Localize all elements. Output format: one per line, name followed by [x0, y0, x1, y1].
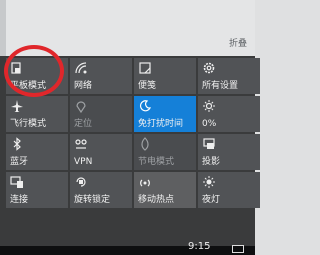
night-light-icon — [202, 175, 216, 189]
quick-action-tile[interactable]: 便笺 — [134, 58, 196, 94]
tile-label: 投影 — [202, 157, 221, 167]
quick-action-tile[interactable]: 网络 — [70, 58, 132, 94]
notification-icon[interactable] — [232, 245, 244, 253]
tile-label: 平板模式 — [10, 81, 47, 91]
quick-action-tile[interactable]: 移动热点 — [134, 172, 196, 208]
network-icon — [74, 61, 88, 75]
rotation-lock-icon — [74, 175, 88, 189]
tile-label: VPN — [74, 157, 93, 167]
tile-label: 蓝牙 — [10, 157, 29, 167]
tile-label: 定位 — [74, 119, 93, 129]
quick-actions-panel: 平板模式 网络 便笺 所有设置飞行模式 定位 免打扰时间 0% 蓝牙 VPN 节电模式 投影连接 旋转… — [0, 56, 260, 248]
connect-icon — [10, 175, 24, 189]
tile-label: 飞行模式 — [10, 119, 47, 129]
note-icon — [138, 61, 152, 75]
tile-label: 移动热点 — [138, 195, 175, 205]
location-icon — [74, 99, 88, 113]
tile-label: 节电模式 — [138, 157, 175, 167]
hotspot-icon — [138, 175, 152, 189]
quick-action-tile[interactable]: 节电模式 — [134, 134, 196, 170]
quick-action-tile[interactable]: 平板模式 — [6, 58, 68, 94]
tablet-mode-icon — [10, 61, 24, 75]
tile-label: 网络 — [74, 81, 93, 91]
quick-action-tile[interactable]: 蓝牙 — [6, 134, 68, 170]
vpn-icon — [74, 137, 88, 151]
quick-action-tile[interactable]: 连接 — [6, 172, 68, 208]
quick-action-tile[interactable]: 飞行模式 — [6, 96, 68, 132]
quick-action-tile[interactable]: 免打扰时间 — [134, 96, 196, 132]
action-center-header: 折叠 — [0, 0, 255, 56]
taskbar-clock[interactable]: 9:15 — [188, 241, 210, 252]
quick-action-tile[interactable]: VPN — [70, 134, 132, 170]
tile-label: 夜灯 — [202, 195, 221, 205]
tile-label: 连接 — [10, 195, 29, 205]
tile-label: 免打扰时间 — [138, 119, 184, 129]
collapse-link[interactable]: 折叠 — [229, 36, 247, 49]
tile-label: 所有设置 — [202, 81, 239, 91]
quick-action-tile[interactable]: 旋转锁定 — [70, 172, 132, 208]
gear-icon — [202, 61, 216, 75]
tile-label: 便笺 — [138, 81, 157, 91]
tile-label: 0% — [202, 119, 217, 129]
quick-action-tile[interactable]: 夜灯 — [198, 172, 260, 208]
project-icon — [202, 137, 216, 151]
window-edge — [0, 0, 6, 56]
tile-label: 旋转锁定 — [74, 195, 111, 205]
battery-saver-icon — [138, 137, 152, 151]
bluetooth-icon — [10, 137, 24, 151]
quick-action-tile[interactable]: 定位 — [70, 96, 132, 132]
quick-action-tile[interactable]: 0% — [198, 96, 260, 132]
quick-action-tile[interactable]: 投影 — [198, 134, 260, 170]
taskbar — [0, 246, 255, 255]
brightness-icon — [202, 99, 216, 113]
airplane-icon — [10, 99, 24, 113]
moon-icon — [138, 99, 152, 113]
quick-action-tile[interactable]: 所有设置 — [198, 58, 260, 94]
